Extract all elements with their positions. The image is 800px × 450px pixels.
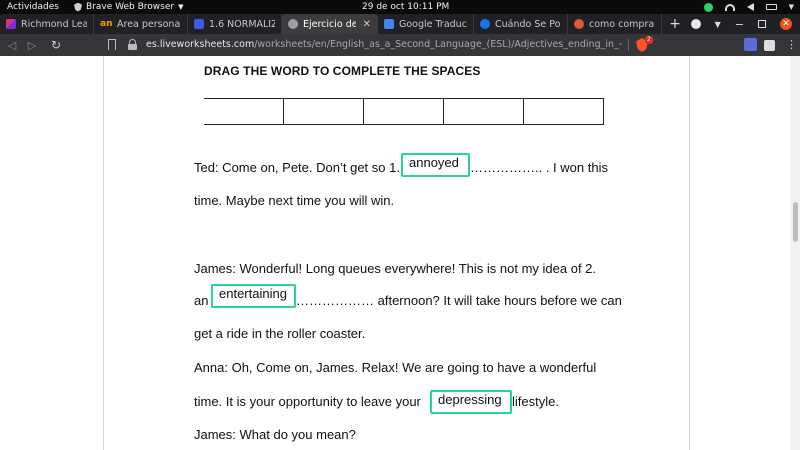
address-bar: ◁ ▷ ↻ es.liveworksheets.com/worksheets/e… [0, 34, 800, 56]
answer-drop-zone-2[interactable]: entertaining [211, 284, 296, 308]
sentence-line: ……………… afternoon? It will take hours bef… [296, 293, 622, 308]
app-menu[interactable]: Brave Web Browser ▼ [74, 0, 183, 14]
tab-label: Área personal [117, 18, 181, 30]
chevron-down-icon: ▼ [788, 3, 794, 11]
word-bank-table [204, 98, 604, 125]
tab-label: Richmond Learnin [21, 18, 87, 30]
sentence-text: Anna: Oh, Come on, James. Relax! We are … [194, 360, 597, 375]
battery-icon [765, 4, 777, 10]
sentence-text: an [194, 293, 209, 308]
close-window-button[interactable]: ✕ [780, 18, 792, 30]
sentence-line: James: Wonderful! Long queues everywhere… [194, 261, 596, 276]
tab-label: 1.6 NORMALIZAC [209, 18, 275, 30]
sentence-text: lifestyle. [512, 394, 559, 409]
minimize-button[interactable]: − [735, 18, 744, 31]
url-host: es.liveworksheets.com [146, 39, 255, 50]
duckduckgo-icon [574, 19, 584, 29]
tab-cuando-se-pone[interactable]: Cuándo Se Pone [474, 14, 568, 34]
sentence-line: get a ride in the roller coaster. [194, 326, 365, 341]
doc-icon [194, 19, 204, 29]
google-translate-icon [384, 19, 394, 29]
worksheet-heading: DRAG THE WORD TO COMPLETE THE SPACES [204, 64, 481, 78]
scrollbar-thumb[interactable] [793, 202, 798, 242]
tab-label: Ejercicio de ED [303, 18, 356, 30]
sentence-line: Anna: Oh, Come on, James. Relax! We are … [194, 360, 596, 375]
sentence-text: time. It is your opportunity to leave yo… [194, 394, 421, 409]
system-tray[interactable]: ▼ [703, 0, 794, 14]
volume-icon [746, 3, 754, 11]
sentence-line: an [194, 293, 208, 308]
sentence-line: Ted: Come on, Pete. Don’t get so 1. [194, 160, 400, 175]
lock-icon[interactable] [128, 39, 137, 50]
tab-normalizacion[interactable]: 1.6 NORMALIZAC [188, 14, 282, 34]
tab-label: como comprar un [589, 18, 655, 30]
word-bank-cell[interactable] [443, 98, 525, 125]
tab-google-traductor[interactable]: Google Traductor [378, 14, 474, 34]
sentence-text: time. Maybe next time you will win. [194, 193, 395, 208]
worksheet-border [689, 56, 690, 450]
answer-drop-zone-3[interactable]: depressing [430, 390, 512, 414]
chevron-down-icon[interactable]: ▼ [715, 20, 721, 29]
translate-extension-icon[interactable] [744, 38, 757, 51]
word-bank-cell[interactable] [523, 98, 604, 125]
url-path: /worksheets/en/English_as_a_Second_Langu… [254, 39, 622, 50]
sentence-text: James: What do you mean? [194, 427, 356, 442]
brave-rewards-icon[interactable] [690, 19, 701, 29]
tab-richmond[interactable]: Richmond Learnin [0, 14, 94, 34]
sentence-line: time. Maybe next time you will win. [194, 193, 394, 208]
tab-ejercicio[interactable]: Ejercicio de ED ✕ [282, 14, 378, 34]
scrollbar[interactable] [790, 56, 800, 450]
whatsapp-icon[interactable] [703, 2, 713, 12]
new-tab-button[interactable]: + [662, 14, 688, 34]
divider [628, 39, 629, 51]
answer-drop-zone-1[interactable]: annoyed [401, 153, 470, 177]
tab-como-comprar[interactable]: como comprar un [568, 14, 662, 34]
menu-icon[interactable]: ⋮ [786, 38, 797, 52]
sentence-line: lifestyle. [512, 394, 559, 409]
close-icon[interactable]: ✕ [363, 19, 371, 30]
tab-label: Google Traductor [399, 18, 467, 30]
system-top-bar: Actividades Brave Web Browser ▼ 29 de oc… [0, 0, 800, 14]
reload-button[interactable]: ↻ [48, 38, 64, 52]
word-bank-cell[interactable] [283, 98, 365, 125]
sentence-line: …………….. . I won this [470, 160, 608, 175]
back-button[interactable]: ◁ [4, 39, 20, 52]
bookmark-icon[interactable] [108, 39, 116, 50]
wifi-icon [724, 3, 735, 11]
activities-button[interactable]: Actividades [7, 0, 59, 14]
sentence-text: James: Wonderful! Long queues everywhere… [194, 261, 597, 276]
sentence-text: get a ride in the roller coaster. [194, 326, 366, 341]
sentence-text: ……………… afternoon? It will take hours bef… [296, 293, 622, 308]
worksheet-border [103, 56, 104, 450]
word-bank-cell[interactable] [204, 98, 285, 125]
richmond-icon [6, 19, 16, 29]
sentence-line: James: What do you mean? [194, 427, 356, 442]
sentence-text: Ted: Come on, Pete. Don’t get so 1. [194, 160, 400, 175]
sentence-line: time. It is your opportunity to leave yo… [194, 394, 421, 409]
globe-icon [288, 19, 298, 29]
google-icon [480, 19, 490, 29]
url-field[interactable]: es.liveworksheets.com/worksheets/en/Engl… [146, 34, 622, 56]
forward-button[interactable]: ▷ [24, 39, 40, 52]
maximize-button[interactable] [758, 20, 766, 28]
app-name: Brave Web Browser [86, 2, 175, 12]
tab-label: Cuándo Se Pone [495, 18, 561, 30]
clock[interactable]: 29 de oct 10:11 PM [362, 0, 449, 14]
window-controls: ▼ − ✕ [690, 14, 800, 34]
amazon-icon: an [100, 19, 113, 29]
extensions-icon[interactable] [764, 40, 775, 51]
tab-strip: Richmond Learnin an Área personal 1.6 NO… [0, 14, 800, 34]
chevron-down-icon: ▼ [178, 3, 184, 11]
word-bank-cell[interactable] [363, 98, 445, 125]
tab-area-personal[interactable]: an Área personal [94, 14, 188, 34]
brave-icon [74, 2, 82, 12]
sentence-text: …………….. . I won this [470, 160, 608, 175]
shields-badge: 2 [645, 36, 653, 44]
